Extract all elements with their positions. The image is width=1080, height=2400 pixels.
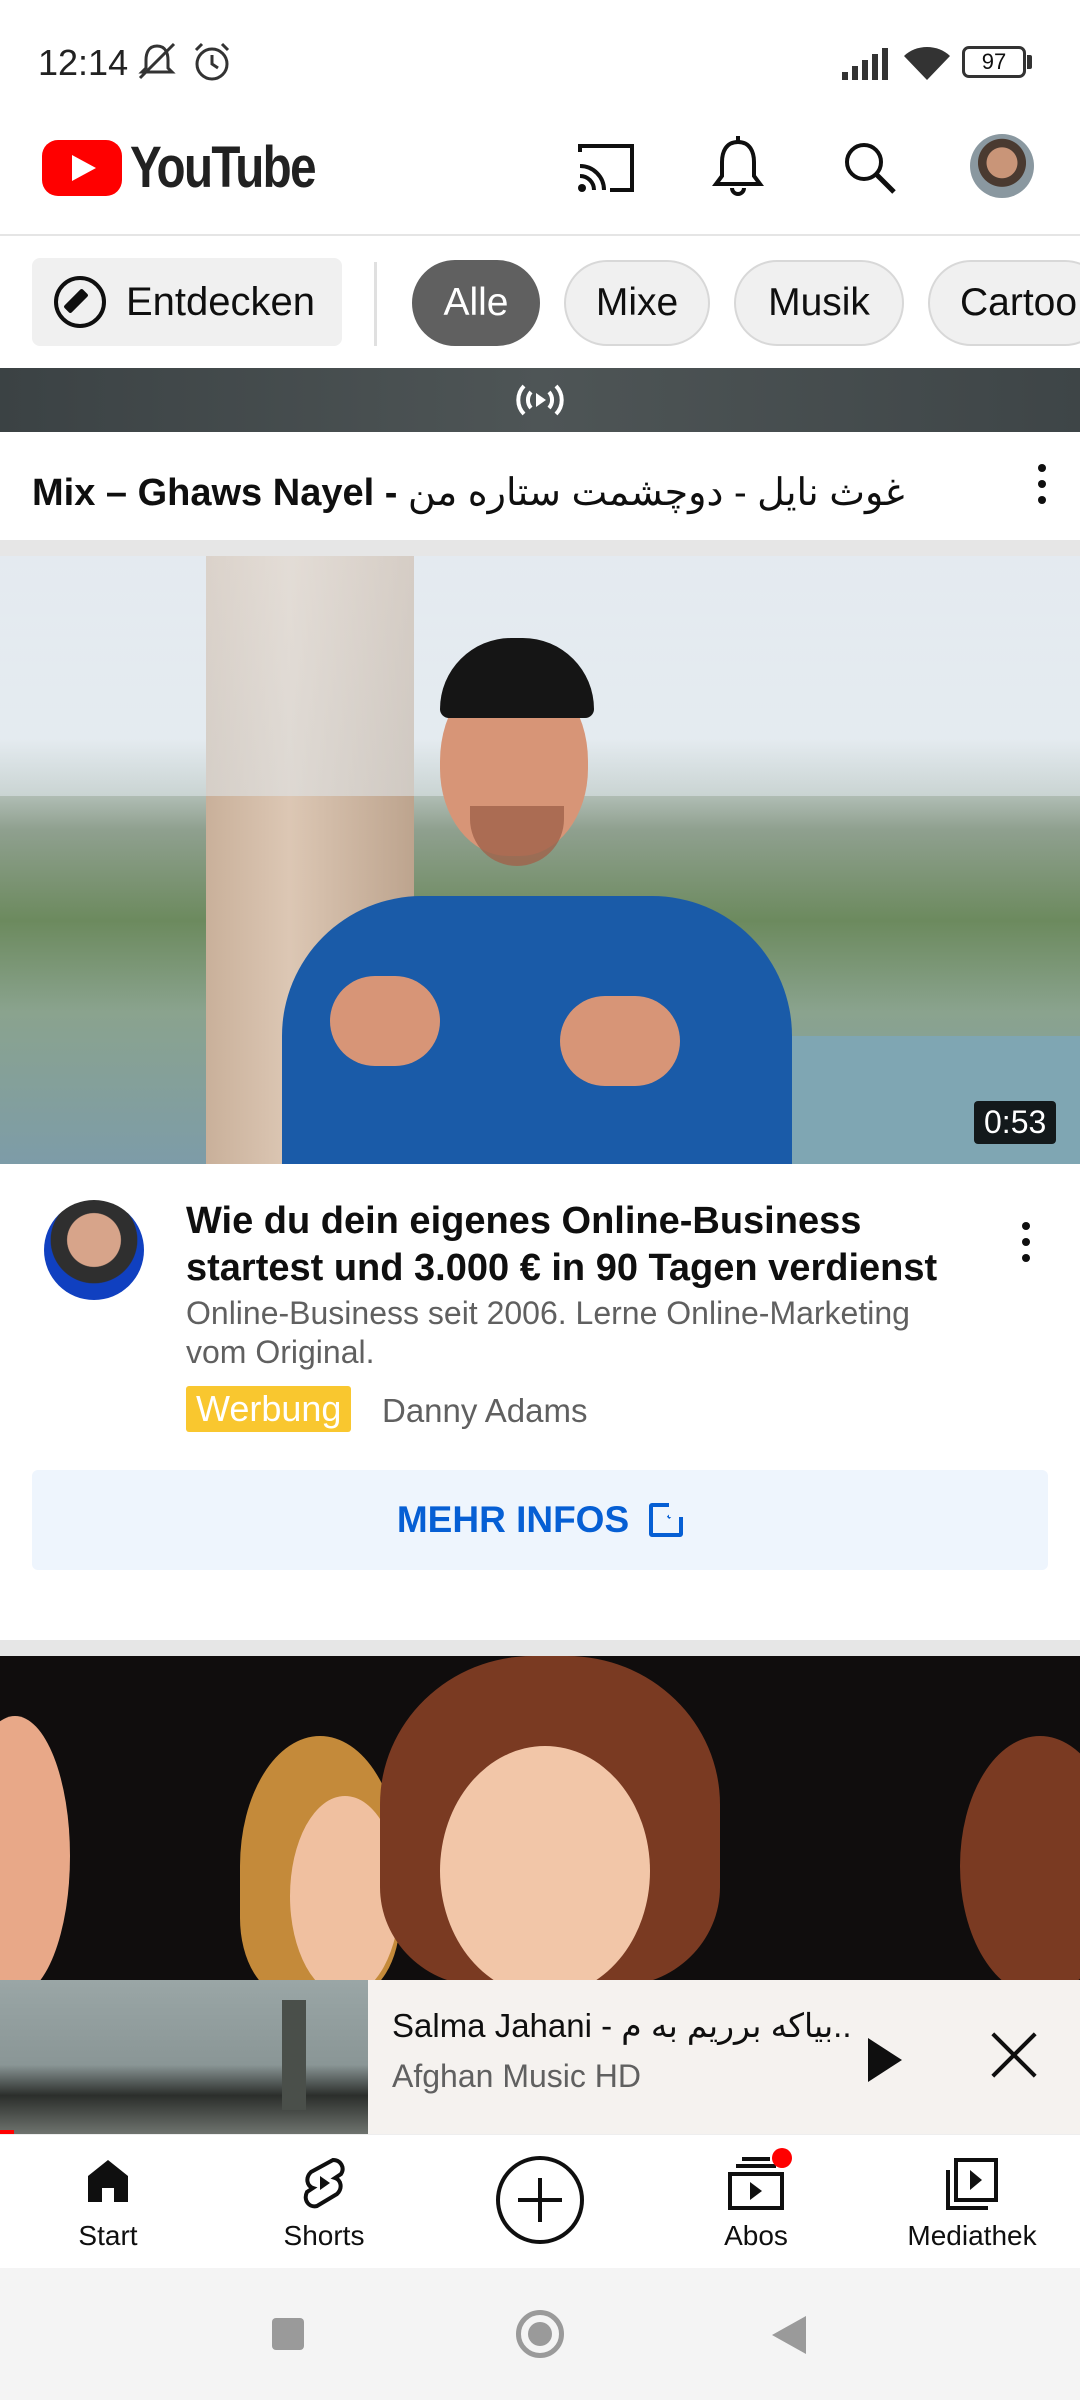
person-beard-shape [470, 806, 564, 866]
home-icon [88, 2160, 128, 2202]
shorts-icon [303, 2157, 345, 2209]
mini-player-title: Salma Jahani - بیاکه برریم به م.. [392, 2006, 852, 2045]
cartoon-video-thumbnail[interactable] [0, 1656, 1080, 1980]
nav-start-label: Start [78, 2220, 138, 2251]
chip-mixe[interactable]: Mixe [564, 260, 710, 346]
battery-tip [1027, 55, 1032, 69]
mix-title-latin: Mix – Ghaws Nayel - [32, 472, 408, 514]
home-system-icon[interactable] [516, 2310, 564, 2358]
bell-icon[interactable] [712, 136, 764, 198]
left-hand-shape [330, 976, 440, 1066]
mix-title-farsi: غوث نايل - دوچشمت ستاره من [407, 472, 905, 514]
mute-icon [138, 42, 176, 80]
alarm-icon [194, 42, 230, 81]
search-icon[interactable] [842, 140, 898, 196]
add-icon [496, 2156, 584, 2244]
chip-alle[interactable]: Alle [412, 260, 540, 346]
more-info-button[interactable]: MEHR INFOS [32, 1470, 1048, 1570]
ad-video-thumbnail[interactable] [0, 556, 1080, 1164]
chip-musik[interactable]: Musik [734, 260, 904, 346]
ad-more-icon[interactable] [1022, 1222, 1032, 1270]
youtube-logo-icon[interactable] [42, 140, 122, 196]
wifi-icon [904, 47, 950, 80]
play-icon[interactable] [868, 2038, 902, 2082]
section-separator [0, 540, 1080, 556]
section-separator-2 [0, 1640, 1080, 1656]
mini-title-latin: Salma Jahani - [392, 2007, 622, 2044]
cartoon-face-brown [440, 1746, 650, 1980]
open-external-icon [649, 1493, 687, 1537]
account-avatar[interactable] [970, 134, 1034, 198]
advertiser-name: Danny Adams [382, 1392, 588, 1429]
mix-more-icon[interactable] [1038, 464, 1048, 512]
nav-shorts-label: Shorts [283, 2220, 365, 2251]
signal-icon [842, 48, 888, 80]
status-time: 12:14 [38, 42, 129, 83]
explore-button[interactable]: Entdecken [32, 258, 342, 346]
explore-label: Entdecken [126, 279, 316, 324]
right-hand-shape [560, 996, 680, 1086]
ad-badge: Werbung [186, 1386, 352, 1432]
advertiser-avatar[interactable] [44, 1200, 144, 1300]
cast-icon[interactable] [576, 142, 636, 194]
cartoon-face-left [0, 1716, 70, 1980]
live-broadcast-icon [516, 384, 564, 416]
cartoon-hair-right [960, 1736, 1080, 1980]
ad-title[interactable]: Wie du dein eigenes Online-Business star… [186, 1198, 946, 1292]
library-icon [946, 2158, 998, 2210]
video-duration: 0:53 [974, 1101, 1057, 1144]
nav-abos-label: Abos [724, 2220, 788, 2251]
mini-player-thumbnail[interactable] [0, 1980, 368, 2134]
recents-icon[interactable] [272, 2318, 304, 2350]
chip-separator [374, 262, 377, 346]
chip-cartoons[interactable]: Cartoo [928, 260, 1080, 346]
battery-level: 97 [981, 49, 1007, 74]
nav-start[interactable]: Start [18, 2134, 198, 2268]
nav-abos[interactable]: Abos [666, 2134, 846, 2268]
notification-dot [772, 2148, 792, 2168]
more-info-label: MEHR INFOS [396, 1499, 630, 1540]
compass-icon [54, 276, 106, 328]
battery-icon: 97 [962, 46, 1026, 78]
mini-title-farsi: بیاکه برریم به م.. [621, 2007, 852, 2044]
ad-description: Online-Business seit 2006. Lerne Online-… [186, 1295, 910, 1370]
youtube-logo-text[interactable]: YouTube [130, 134, 317, 201]
status-bar: 12:14 97 [0, 0, 1080, 120]
close-icon[interactable] [988, 2030, 1038, 2080]
nav-shorts[interactable]: Shorts [234, 2134, 414, 2268]
nav-library-label: Mediathek [907, 2220, 1037, 2251]
mini-player-channel: Afghan Music HD [392, 2058, 641, 2094]
minaret-shape [282, 2000, 306, 2110]
mix-title[interactable]: Mix – Ghaws Nayel - غوث نايل - دوچشمت ست… [32, 470, 905, 515]
nav-library[interactable]: Mediathek [880, 2134, 1064, 2268]
back-icon[interactable] [772, 2316, 806, 2354]
create-button[interactable] [494, 2154, 586, 2246]
